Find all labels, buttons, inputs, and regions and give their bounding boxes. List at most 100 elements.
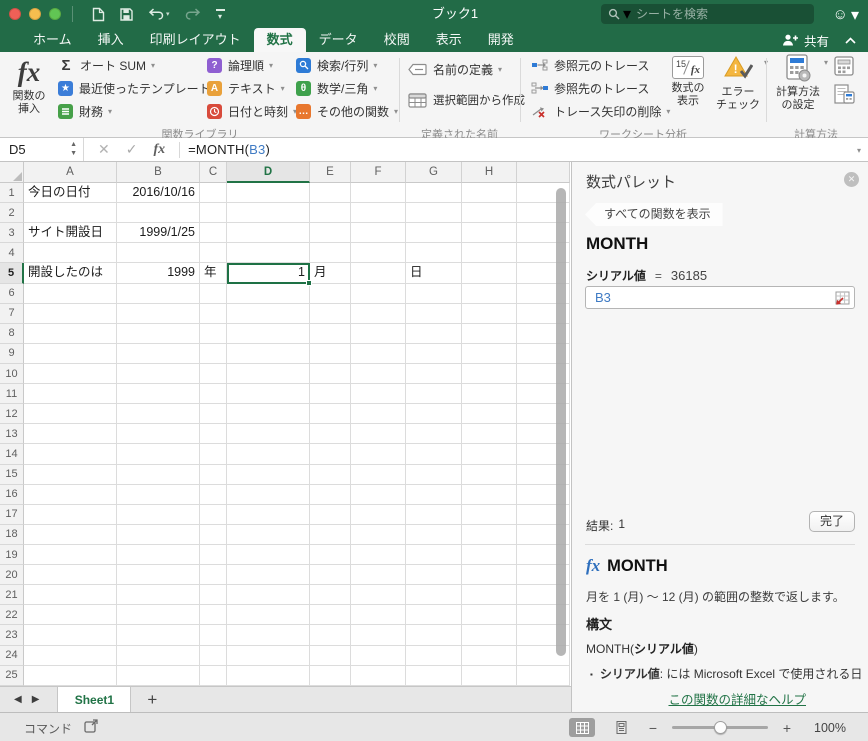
add-sheet-button[interactable]: + [147, 690, 157, 710]
cell-D17[interactable] [227, 504, 310, 525]
row-header-17[interactable]: 17 [0, 504, 24, 525]
logical-button[interactable]: ? 論理順 ▾ [207, 55, 273, 75]
cell-A7[interactable] [24, 303, 117, 324]
cell-C12[interactable] [200, 404, 227, 425]
cell-H11[interactable] [462, 384, 517, 405]
row-header-1[interactable]: 1 [0, 183, 24, 204]
cell-H13[interactable] [462, 424, 517, 445]
page-layout-view-button[interactable] [608, 718, 634, 737]
cell-C13[interactable] [200, 424, 227, 445]
row-header-3[interactable]: 3 [0, 223, 24, 244]
cell-B3[interactable]: 1999/1/25 [117, 223, 200, 244]
cell-D19[interactable] [227, 544, 310, 566]
cell-G20[interactable] [406, 565, 462, 586]
cell-F25[interactable] [351, 665, 406, 686]
cell-A23[interactable] [24, 625, 117, 646]
cell-H17[interactable] [462, 504, 517, 525]
cell-E8[interactable] [310, 323, 351, 344]
cell-A14[interactable] [24, 444, 117, 465]
cell-F20[interactable] [351, 565, 406, 586]
cell-H7[interactable] [462, 303, 517, 324]
argument-input-field[interactable] [585, 286, 855, 309]
cell-H22[interactable] [462, 605, 517, 626]
row-header-4[interactable]: 4 [0, 243, 24, 264]
cell-C25[interactable] [200, 665, 227, 686]
cell-G19[interactable] [406, 544, 462, 566]
formula-input[interactable]: =MONTH(B3) [180, 142, 270, 157]
cell-F15[interactable] [351, 464, 406, 485]
sheet-tab-sheet1[interactable]: Sheet1 [57, 686, 132, 713]
cell-H25[interactable] [462, 665, 517, 686]
customize-toolbar-button[interactable]: ▾ [215, 9, 225, 21]
cell-D23[interactable] [227, 625, 310, 646]
cell-F5[interactable] [351, 263, 406, 284]
cell-B1[interactable]: 2016/10/16 [117, 183, 200, 204]
cell-B13[interactable] [117, 424, 200, 445]
cell-E17[interactable] [310, 504, 351, 525]
select-all-corner[interactable] [0, 162, 24, 183]
cell-D1[interactable] [227, 183, 310, 204]
cell-F19[interactable] [351, 544, 406, 566]
cell-B16[interactable] [117, 484, 200, 505]
cell-C2[interactable] [200, 203, 227, 224]
cell-D21[interactable] [227, 585, 310, 606]
column-header-D[interactable]: D [227, 162, 310, 183]
row-header-8[interactable]: 8 [0, 323, 24, 344]
row-header-21[interactable]: 21 [0, 585, 24, 606]
row-header-10[interactable]: 10 [0, 363, 24, 385]
cell-G7[interactable] [406, 303, 462, 324]
row-header-13[interactable]: 13 [0, 424, 24, 445]
cell-G10[interactable] [406, 363, 462, 385]
column-header-H[interactable]: H [462, 162, 517, 183]
argument-input[interactable] [593, 289, 834, 306]
cell-A17[interactable] [24, 504, 117, 525]
cell-B9[interactable] [117, 343, 200, 364]
row-header-6[interactable]: 6 [0, 283, 24, 304]
cell-G2[interactable] [406, 203, 462, 224]
cell-C4[interactable] [200, 243, 227, 264]
cell-D13[interactable] [227, 424, 310, 445]
cell-A6[interactable] [24, 283, 117, 304]
cell-D15[interactable] [227, 464, 310, 485]
cell-G5[interactable]: 日 [406, 263, 462, 284]
cell-E23[interactable] [310, 625, 351, 646]
row-header-25[interactable]: 25 [0, 665, 24, 686]
calculation-options-button[interactable]: ▾ 計算方法 の設定 [770, 52, 828, 112]
cell-E18[interactable] [310, 524, 351, 545]
cell-H18[interactable] [462, 524, 517, 545]
cell-C18[interactable] [200, 524, 227, 545]
cell-D16[interactable] [227, 484, 310, 505]
cell-F16[interactable] [351, 484, 406, 505]
cell-E2[interactable] [310, 203, 351, 224]
cell-E9[interactable] [310, 343, 351, 364]
share-button[interactable]: 共有 [782, 31, 829, 50]
cell-H6[interactable] [462, 283, 517, 304]
cell-A24[interactable] [24, 645, 117, 666]
cell-B15[interactable] [117, 464, 200, 485]
cell-F1[interactable] [351, 183, 406, 204]
text-functions-button[interactable]: A テキスト ▾ [207, 78, 285, 98]
cell-F23[interactable] [351, 625, 406, 646]
cell-A22[interactable] [24, 605, 117, 626]
cell-H3[interactable] [462, 223, 517, 244]
cell-C7[interactable] [200, 303, 227, 324]
cell-A10[interactable] [24, 363, 117, 385]
column-header-A[interactable]: A [24, 162, 117, 183]
cell-C1[interactable] [200, 183, 227, 204]
cell-A13[interactable] [24, 424, 117, 445]
ribbon-tab-2[interactable]: 印刷レイアウト [137, 28, 254, 52]
formula-bar-expand-icon[interactable]: ▾ [857, 146, 861, 155]
cell-D7[interactable] [227, 303, 310, 324]
cell-A8[interactable] [24, 323, 117, 344]
cell-E24[interactable] [310, 645, 351, 666]
cell-H4[interactable] [462, 243, 517, 264]
cell-B18[interactable] [117, 524, 200, 545]
cell-H5[interactable] [462, 263, 517, 284]
row-header-23[interactable]: 23 [0, 625, 24, 646]
cell-G1[interactable] [406, 183, 462, 204]
cell-H2[interactable] [462, 203, 517, 224]
lookup-reference-button[interactable]: 検索/行列 ▾ [296, 55, 377, 75]
cell-D10[interactable] [227, 363, 310, 385]
cell-B7[interactable] [117, 303, 200, 324]
normal-view-button[interactable] [569, 718, 595, 737]
